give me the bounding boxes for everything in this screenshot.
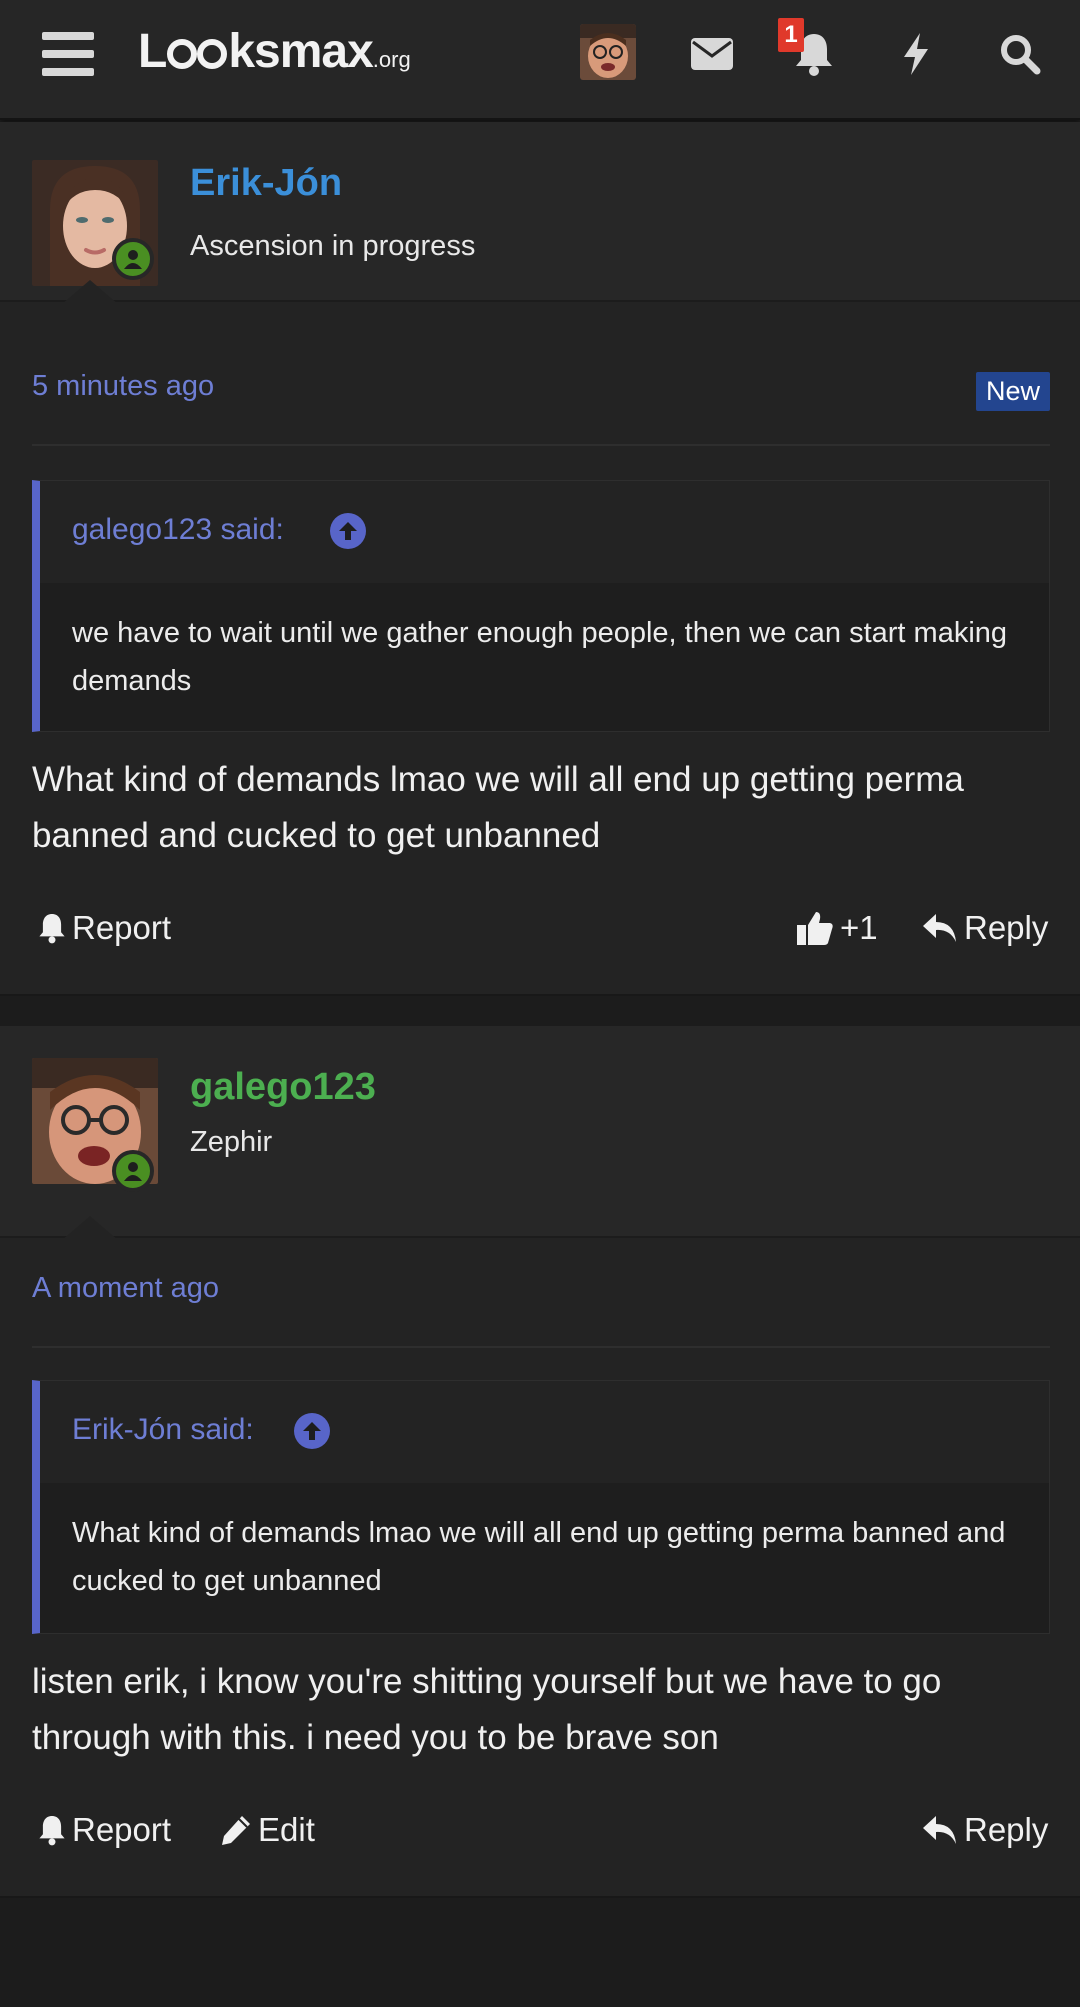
reply-arrow-icon xyxy=(923,914,956,942)
bell-icon xyxy=(39,914,65,944)
divider xyxy=(32,1346,1050,1348)
header-pointer xyxy=(62,280,118,304)
logo-eyes-icon xyxy=(167,39,228,69)
lightning-icon[interactable] xyxy=(888,26,944,82)
username[interactable]: galego123 xyxy=(190,1066,376,1109)
quote-text: we have to wait until we gather enough p… xyxy=(72,617,1008,697)
menu-icon[interactable] xyxy=(40,30,96,78)
online-status-icon xyxy=(112,1150,154,1192)
like-button[interactable]: +1 xyxy=(796,898,878,958)
pencil-icon xyxy=(222,1816,250,1845)
arrow-up-circle-icon[interactable] xyxy=(330,513,366,549)
post-galego123: galego123 Zephir A moment ago Erik-Jón s… xyxy=(0,1026,1080,1896)
report-button[interactable]: Report xyxy=(38,898,171,958)
quote-text: What kind of demands lmao we will all en… xyxy=(72,1517,1006,1597)
reply-label: Reply xyxy=(964,1811,1049,1848)
top-navigation-bar: Lksmax.org 1 xyxy=(0,0,1080,120)
edit-label: Edit xyxy=(258,1811,315,1848)
logo-tld: .org xyxy=(372,47,411,72)
post-timestamp[interactable]: A moment ago xyxy=(32,1272,219,1305)
bell-icon xyxy=(39,1816,65,1846)
user-title: Zephir xyxy=(190,1126,273,1158)
header-pointer xyxy=(62,1216,118,1240)
mail-icon[interactable] xyxy=(684,26,740,82)
reply-arrow-icon xyxy=(923,1816,956,1844)
divider xyxy=(32,444,1050,446)
report-button[interactable]: Report xyxy=(38,1800,171,1860)
edit-button[interactable]: Edit xyxy=(220,1800,315,1860)
post-user-header: galego123 Zephir xyxy=(0,1026,1080,1240)
post-user-header: Erik-Jón Ascension in progress xyxy=(0,122,1080,304)
arrow-up-circle-icon[interactable] xyxy=(294,1413,330,1449)
report-label: Report xyxy=(72,1811,172,1848)
post-erik-jon: Erik-Jón Ascension in progress 5 minutes… xyxy=(0,122,1080,994)
thumbs-up-icon xyxy=(797,912,833,945)
quote-author[interactable]: galego123 said: xyxy=(72,513,284,547)
quote-block: galego123 said: we have to wait until we… xyxy=(32,480,1050,732)
like-count: +1 xyxy=(840,909,878,946)
online-status-icon xyxy=(112,238,154,280)
reply-button[interactable]: Reply xyxy=(922,898,1048,958)
new-badge: New xyxy=(975,372,1050,411)
notification-count-badge: 1 xyxy=(778,18,804,52)
post-message: listen erik, i know you're shitting your… xyxy=(32,1662,942,1757)
user-title: Ascension in progress xyxy=(190,230,476,262)
post-actions: Report Edit Reply xyxy=(0,1800,1080,1860)
quote-block: Erik-Jón said: What kind of demands lmao… xyxy=(32,1380,1050,1634)
username[interactable]: Erik-Jón xyxy=(190,162,342,205)
post-timestamp[interactable]: 5 minutes ago xyxy=(32,370,214,403)
post-actions: Report +1 Reply xyxy=(0,898,1080,958)
quote-author[interactable]: Erik-Jón said: xyxy=(72,1413,254,1447)
quote-header: galego123 said: xyxy=(40,481,1049,583)
user-avatar[interactable] xyxy=(580,24,636,80)
post-separator xyxy=(0,994,1080,1026)
site-logo[interactable]: Lksmax.org xyxy=(138,24,411,84)
logo-text: Lksmax xyxy=(138,25,374,78)
report-label: Report xyxy=(72,909,172,946)
search-icon[interactable] xyxy=(992,26,1048,82)
reply-button[interactable]: Reply xyxy=(922,1800,1048,1860)
page-footer-space xyxy=(0,1896,1080,2007)
reply-label: Reply xyxy=(964,909,1049,946)
quote-header: Erik-Jón said: xyxy=(40,1381,1049,1483)
post-message: What kind of demands lmao we will all en… xyxy=(32,760,964,855)
